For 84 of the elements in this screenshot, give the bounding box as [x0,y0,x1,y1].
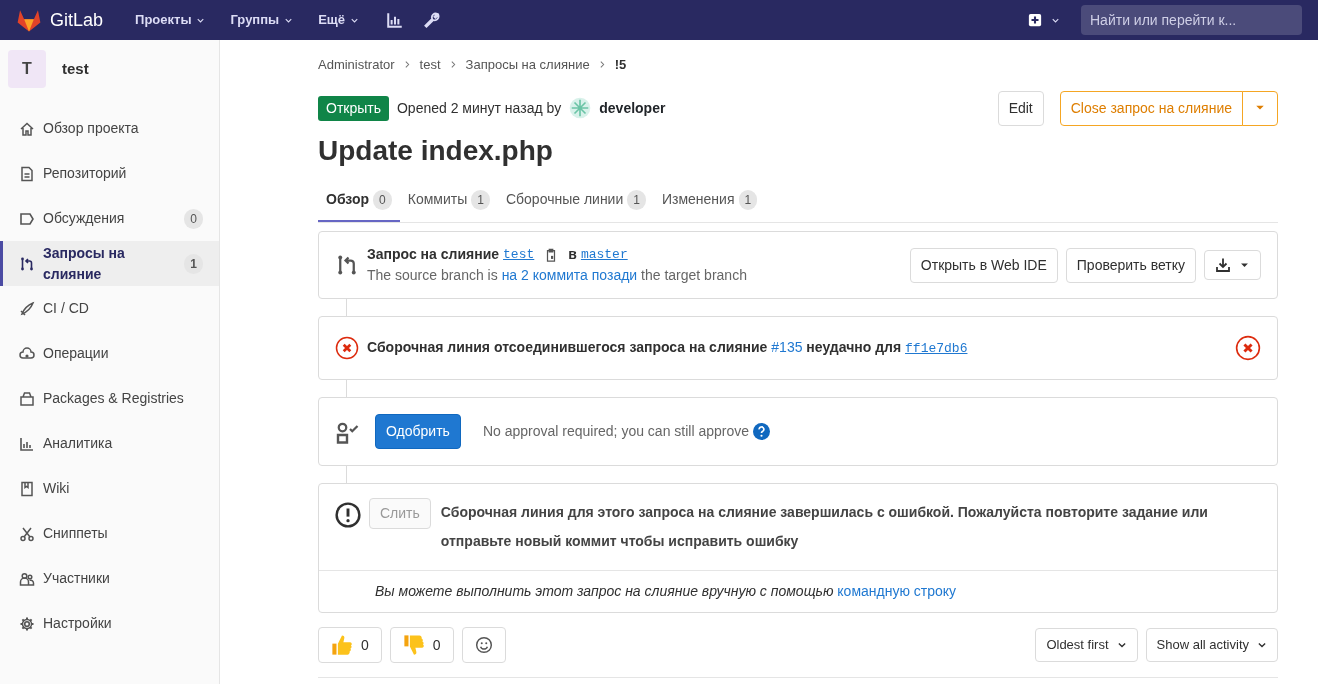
failed-status-icon [335,336,359,361]
sidebar-item-icon [19,120,35,137]
approve-button[interactable]: Одобрить [375,414,461,450]
sidebar-item[interactable]: Настройки [0,601,219,646]
plus-icon[interactable] [1028,13,1042,27]
sidebar-item-icon [19,210,35,227]
sidebar-item[interactable]: Аналитика [0,421,219,466]
sidebar-item-icon [19,570,35,587]
sidebar-item-icon [19,300,35,317]
count-badge: 1 [627,189,646,210]
sidebar-item-icon [19,525,35,542]
count-badge: 1 [738,189,758,210]
sidebar-item[interactable]: Репозиторий [0,151,219,196]
breadcrumb-link[interactable]: !5 [614,55,627,75]
sidebar-item[interactable]: Обзор проекта [0,106,219,151]
action-button[interactable]: Открыть в Web IDE [909,247,1058,283]
sidebar-item-icon [19,615,35,632]
sidebar-item-icon [19,165,35,182]
approval-text: No approval required; you can still approve [482,422,750,442]
page-title: Update index.php [318,133,554,168]
thumbs-down-icon [402,634,425,657]
branch-link[interactable]: test [503,244,535,265]
project-name[interactable]: test [62,57,89,81]
nav-menu[interactable]: Группы [222,6,303,34]
author-link[interactable]: developer [599,97,666,119]
sidebar-item[interactable]: CI / CD [0,286,219,331]
sidebar-item[interactable]: Сниппеты [0,511,219,556]
tab[interactable]: Обзор 0 [318,179,400,223]
sidebar-item[interactable]: Wiki [0,466,219,511]
count-badge: 0 [373,189,392,210]
thumbs-up-icon [331,634,353,657]
reaction-button[interactable]: 0 [318,627,382,664]
status-badge: Открыть [318,95,389,121]
search-field[interactable]: Найти или перейти к... [1081,5,1302,35]
breadcrumb-link[interactable]: Запросы на слияние [465,55,590,75]
sidebar-item[interactable]: Операции [0,331,219,376]
breadcrumb-link[interactable]: test [419,55,441,75]
pipeline-link[interactable]: #135 [771,339,803,356]
avatar-icon [569,97,592,119]
opened-text: Opened 2 минут назад by [397,98,562,118]
smiley-icon [474,636,493,655]
pipeline-status-text: Сборочная линия отсоединившегося запроса на слияние #135 неудачно для ff1e7db6 [367,338,969,359]
count-badge: 1 [471,189,490,210]
count-badge: 1 [184,253,203,274]
count-badge: 0 [184,208,203,229]
merge-message: Сборочная линия для этого запроса на слияние завершилась с ошибкой. Пожалуйста повторите задание или отправьте новый коммит чтобы исправить ошибку [440,503,1209,552]
sort-dropdown[interactable]: Oldest first [1035,628,1138,662]
reaction-button[interactable]: 0 [389,627,454,664]
merge-request-label: Запрос на слияние [367,245,500,265]
nav-menu[interactable]: Проекты [127,6,215,34]
sidebar-item-icon [19,255,35,272]
warning-icon [335,502,361,529]
tab[interactable]: Сборочные линии 1 [497,179,654,223]
sidebar-item[interactable]: Запросы на слияние 1 [0,241,219,286]
tab[interactable]: Изменения 1 [653,179,766,223]
branch-status-text: The source branch is на 2 коммита позади the target branch [367,266,748,286]
sidebar-item[interactable]: Участники [0,556,219,601]
failed-status-icon[interactable] [1235,335,1261,362]
action-button[interactable]: Проверить ветку [1065,247,1196,283]
wrench-icon[interactable] [422,11,441,29]
manual-merge-text: Вы можете выполнить этот запрос на слияние вручную с помощью командную строку [319,570,1277,613]
help-icon[interactable] [753,423,771,441]
sidebar-item-icon [19,390,35,407]
sidebar-item-icon [19,345,35,362]
download-icon [1215,257,1231,274]
sidebar-item-icon [19,480,35,497]
brand-name[interactable]: GitLab [50,6,104,34]
sort-dropdown[interactable]: Show all activity [1145,628,1278,662]
edit-button[interactable]: Edit [997,90,1044,126]
dropdown-toggle-button[interactable] [1242,90,1278,126]
breadcrumb-link[interactable]: Administrator [318,55,395,75]
commits-behind-link[interactable]: на 2 коммита позади [501,267,638,284]
download-button[interactable] [1204,250,1261,281]
branch-link[interactable]: master [580,244,628,265]
sidebar-item[interactable]: Packages & Registries [0,376,219,421]
nav-menu[interactable]: Ещё [310,6,369,34]
connector-text: в [568,245,577,265]
sidebar-item-icon [19,435,35,452]
commit-link[interactable]: ff1e7db6 [905,341,968,357]
project-avatar: T [8,50,46,88]
emoji-button[interactable] [461,627,506,664]
tab[interactable]: Коммиты 1 [399,179,498,223]
chart-icon[interactable] [386,11,405,29]
sidebar-item[interactable]: Обсуждения 0 [0,196,219,241]
